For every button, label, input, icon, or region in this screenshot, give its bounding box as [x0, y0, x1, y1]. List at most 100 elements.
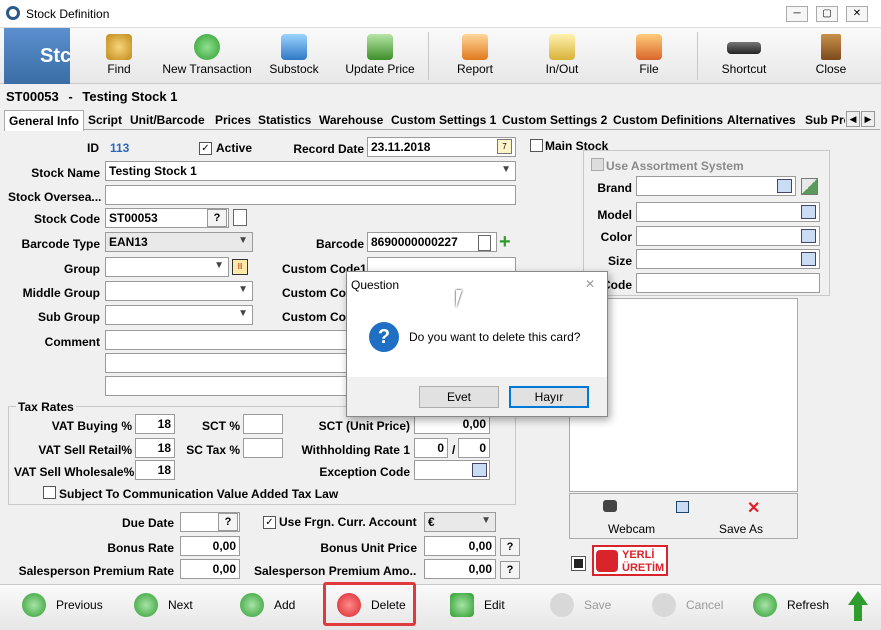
stock-header-code: ST00053 [6, 89, 59, 104]
tab-general-info[interactable]: General Info [4, 110, 85, 131]
yerli-uretim-checkbox[interactable] [571, 556, 586, 573]
previous-button[interactable]: Previous [22, 593, 103, 623]
yes-button[interactable]: Evet [419, 386, 499, 408]
barcode-document-icon[interactable] [478, 235, 491, 251]
tab-custom-definitions[interactable]: Custom Definitions [613, 110, 723, 130]
model-label: Model [597, 208, 632, 222]
withholding-a-input[interactable]: 0 [414, 438, 448, 458]
new-transaction-button[interactable]: New Transaction [162, 30, 252, 82]
refresh-button[interactable]: Refresh [753, 593, 829, 623]
salesperson-premium-amount-input[interactable]: 0,00 [424, 559, 496, 579]
size-label: Size [607, 254, 632, 268]
close-button[interactable]: Close [808, 30, 854, 82]
salesperson-premium-rate-input[interactable]: 0,00 [180, 559, 240, 579]
document-icon[interactable] [233, 209, 247, 226]
sct-tax-input[interactable] [243, 438, 283, 458]
tab-custom-settings-1[interactable]: Custom Settings 1 [391, 110, 496, 130]
lookup-icon[interactable] [801, 252, 816, 266]
webcam-button[interactable]: Webcam [608, 522, 655, 536]
remove-image-icon[interactable]: ✕ [747, 498, 760, 518]
sct-unit-price-input[interactable]: 0,00 [414, 414, 490, 434]
in-out-button[interactable]: In/Out [537, 30, 587, 82]
currency-select[interactable]: € ▼ [424, 512, 496, 532]
frgn-curr-checkbox[interactable]: ✓ [263, 514, 276, 529]
shortcut-button[interactable]: Shortcut [718, 30, 770, 82]
brand-input[interactable] [636, 176, 796, 196]
delete-icon [337, 593, 361, 617]
exception-code-input[interactable] [414, 460, 490, 480]
maximize-button[interactable]: ▢ [816, 6, 838, 22]
dialog-close-button[interactable]: ✕ [585, 277, 595, 291]
salesperson-premium-help-button[interactable]: ? [500, 561, 520, 579]
tab-scroll-right-button[interactable]: ▶ [861, 111, 875, 127]
tab-custom-settings-2[interactable]: Custom Settings 2 [502, 110, 607, 130]
tab-unit-barcode[interactable]: Unit/Barcode [130, 110, 205, 130]
size-input[interactable] [636, 249, 820, 269]
toolbar: Stc Find New Transaction Substock Update… [0, 28, 881, 84]
vat-buying-input[interactable]: 18 [135, 414, 175, 434]
active-checkbox[interactable]: ✓ [199, 140, 212, 155]
edit-button[interactable]: Edit [450, 593, 505, 623]
stock-code-help-button[interactable]: ? [207, 209, 227, 227]
chevron-down-icon: ▼ [481, 515, 491, 526]
mouse-cursor-icon [456, 290, 462, 308]
communication-tax-checkbox[interactable] [43, 486, 56, 502]
sub-group-select[interactable]: ▼ [105, 305, 253, 325]
main-stock-checkbox[interactable] [530, 139, 543, 155]
stock-name-input[interactable]: Testing Stock 1 ▼ [105, 161, 516, 181]
sct-input[interactable] [243, 414, 283, 434]
tab-statistics[interactable]: Statistics [258, 110, 311, 130]
record-date-input[interactable]: 23.11.2018 [367, 137, 516, 157]
brand-image-icon[interactable] [801, 178, 818, 195]
sub-group-label: Sub Group [38, 310, 100, 324]
stock-oversea-input[interactable] [105, 185, 516, 205]
chevron-down-icon: ▼ [238, 308, 248, 319]
scroll-top-arrow-icon[interactable] [848, 591, 868, 605]
bonus-unit-price-help-button[interactable]: ? [500, 538, 520, 556]
update-price-button[interactable]: Update Price [344, 30, 416, 82]
cancel-button[interactable]: Cancel [652, 593, 723, 623]
lookup-icon[interactable] [801, 205, 816, 219]
report-button[interactable]: Report [450, 30, 500, 82]
withholding-b-input[interactable]: 0 [458, 438, 490, 458]
group-select[interactable]: ▼ [105, 257, 229, 277]
vat-sell-retail-input[interactable]: 18 [135, 438, 175, 458]
model-input[interactable] [636, 202, 820, 222]
tab-sub-products[interactable]: Sub Pro [805, 110, 845, 130]
lookup-icon[interactable] [472, 463, 487, 477]
calendar-icon[interactable]: 7 [497, 139, 512, 154]
bonus-unit-price-input[interactable]: 0,00 [424, 536, 496, 556]
yerli-uretim-logo: YERLİ ÜRETİM [592, 545, 668, 576]
bonus-rate-input[interactable]: 0,00 [180, 536, 240, 556]
question-icon: ? [369, 322, 399, 352]
due-date-help-button[interactable]: ? [218, 513, 238, 531]
salesperson-premium-rate-label: Salesperson Premium Rate [18, 564, 174, 578]
file-button[interactable]: File [624, 30, 674, 82]
tab-warehouse[interactable]: Warehouse [319, 110, 383, 130]
tab-script[interactable]: Script [88, 110, 122, 130]
lookup-icon[interactable] [777, 179, 792, 193]
no-button[interactable]: Hayır [509, 386, 589, 408]
tab-scroll-left-button[interactable]: ◀ [846, 111, 860, 127]
middle-group-select[interactable]: ▼ [105, 281, 253, 301]
next-button[interactable]: Next [134, 593, 193, 623]
add-barcode-icon[interactable]: + [499, 232, 511, 252]
code-input[interactable] [636, 273, 820, 293]
assortment-checkbox[interactable] [591, 158, 604, 174]
vat-sell-wholesale-input[interactable]: 18 [135, 460, 175, 480]
group-tree-icon[interactable]: II [232, 259, 248, 275]
lookup-icon[interactable] [801, 229, 816, 243]
color-input[interactable] [636, 226, 820, 246]
tab-prices[interactable]: Prices [215, 110, 251, 130]
delete-button[interactable]: Delete [337, 593, 406, 623]
close-window-button[interactable]: ✕ [846, 6, 868, 22]
minimize-button[interactable]: ─ [786, 6, 808, 22]
save-as-button[interactable]: Save As [719, 522, 763, 536]
substock-button[interactable]: Substock [266, 30, 322, 82]
custom-code2-label: Custom Cod [282, 286, 354, 300]
tab-alternatives[interactable]: Alternatives [727, 110, 796, 130]
barcode-type-select[interactable]: EAN13 ▼ [105, 232, 253, 252]
add-button[interactable]: Add [240, 593, 295, 623]
find-button[interactable]: Find [94, 30, 144, 82]
save-button[interactable]: Save [550, 593, 611, 623]
